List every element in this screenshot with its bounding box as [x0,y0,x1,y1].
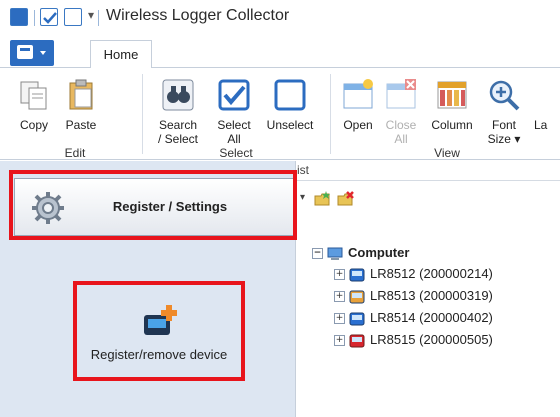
search-select-label-2: / Select [157,132,199,146]
tree-root-label: Computer [348,245,410,260]
font-size-label-2: Size ▾ [487,132,521,146]
search-select-button[interactable]: Search / Select [150,78,206,146]
tab-home[interactable]: Home [90,40,152,69]
tree-item-device[interactable]: + LR8515 (200000505) [334,330,493,350]
highlight-box-register-device [73,281,245,381]
select-all-label-1: Select [217,118,251,132]
close-window-icon [384,78,418,112]
qat-customize-icon[interactable]: ▾ [88,8,94,22]
logger-icon [349,268,365,282]
logger-icon [349,334,365,348]
group-separator [142,74,143,154]
tab-strip [0,36,560,68]
search-select-label-1: Search [158,118,198,132]
group-label-view: View [434,146,460,160]
column-icon [435,78,469,112]
device-label: LR8512 (200000214) [370,266,493,281]
header-divider [297,180,560,181]
device-label: LR8514 (200000402) [370,310,493,325]
unselect-button[interactable]: Unselect [258,78,322,132]
highlight-box-register-settings [9,170,297,240]
font-size-button[interactable]: Font Size ▾ [484,78,524,146]
group-separator [330,74,331,154]
copy-icon [17,78,51,112]
column-button[interactable]: Column [424,78,480,132]
open-window-icon [341,78,375,112]
paste-button[interactable]: Paste [58,78,104,132]
select-all-label-2: All [227,132,241,146]
device-label: LR8513 (200000319) [370,288,493,303]
logger-icon [349,290,365,304]
copy-label: Copy [19,118,48,132]
checkbox-unchecked-icon[interactable] [64,8,82,26]
file-menu-button[interactable] [10,40,54,66]
font-size-label-1: Font [491,118,516,132]
open-button[interactable]: Open [338,78,378,132]
paste-icon [64,78,98,112]
qat-separator [98,10,99,26]
list-header: ist [297,163,309,177]
group-label-select: Select [219,146,253,160]
open-label: Open [343,118,373,132]
expand-icon[interactable]: + [334,335,345,347]
tree-item-device[interactable]: + LR8514 (200000402) [334,308,493,328]
app-menu-icon[interactable] [10,8,28,26]
magnifier-plus-icon [487,78,521,112]
logger-icon [349,312,365,326]
paste-label: Paste [65,118,97,132]
close-all-label-1: Close [385,118,417,132]
cut-off-label: La [534,118,548,132]
add-folder-icon[interactable] [314,191,332,207]
computer-icon [327,247,343,261]
tree-item-device[interactable]: + LR8512 (200000214) [334,264,493,284]
window-title: Wireless Logger Collector [106,7,290,24]
close-all-label-2: All [394,132,408,146]
qat-separator [34,10,35,26]
tree-item-device[interactable]: + LR8513 (200000319) [334,286,493,306]
binoculars-icon [161,78,195,112]
device-label: LR8515 (200000505) [370,332,493,347]
column-label: Column [431,118,473,132]
checkbox-checked-icon[interactable] [40,8,58,26]
expand-icon[interactable]: + [334,291,345,303]
unselect-label: Unselect [266,118,314,132]
copy-button[interactable]: Copy [14,78,54,132]
unselect-icon [273,78,307,112]
select-all-icon [217,78,251,112]
cut-off-button[interactable]: La [534,78,560,132]
select-all-button[interactable]: Select All [212,78,256,146]
group-label-edit: Edit [64,146,86,160]
remove-folder-icon[interactable] [337,191,355,207]
expand-icon[interactable]: + [334,269,345,281]
collapse-icon[interactable]: − [312,248,323,260]
expand-icon[interactable]: + [334,313,345,325]
tree-root-computer[interactable]: − Computer [312,243,409,263]
close-all-button[interactable]: Close All [381,78,421,146]
